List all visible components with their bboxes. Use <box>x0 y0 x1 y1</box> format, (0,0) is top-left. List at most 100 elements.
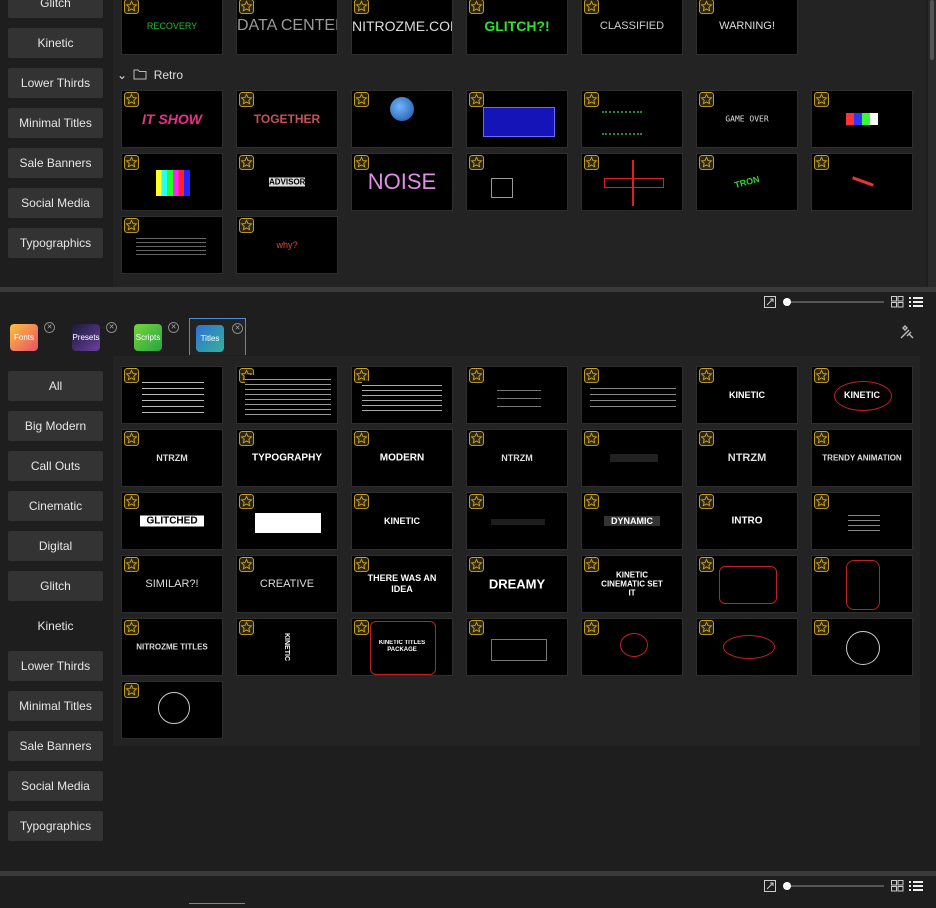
star-icon[interactable] <box>124 431 139 446</box>
thumbnail[interactable]: NITROZME.COM <box>351 0 453 55</box>
category-all[interactable]: All <box>8 371 103 401</box>
star-icon[interactable] <box>814 494 829 509</box>
star-icon[interactable] <box>239 494 254 509</box>
star-icon[interactable] <box>239 155 254 170</box>
star-icon[interactable] <box>699 557 714 572</box>
thumbnail[interactable]: NTRZM <box>121 429 223 487</box>
category-social-media[interactable]: Social Media <box>8 771 103 801</box>
tab-presets[interactable]: Presets ✕ <box>70 318 120 352</box>
category-glitch[interactable]: Glitch <box>8 571 103 601</box>
category-lower-thirds[interactable]: Lower Thirds <box>8 651 103 681</box>
thumbnail[interactable]: NTRZM <box>696 429 798 487</box>
category-lower-thirds[interactable]: Lower Thirds <box>8 68 103 98</box>
thumbnail[interactable] <box>466 618 568 676</box>
thumbnail[interactable]: WARNING! <box>696 0 798 55</box>
star-icon[interactable] <box>814 92 829 107</box>
expand-icon[interactable] <box>764 296 776 308</box>
thumbnail[interactable]: TRON <box>696 153 798 211</box>
folder-row[interactable]: ⌄ Retro <box>117 68 183 84</box>
thumbnail[interactable]: KINETIC <box>696 366 798 424</box>
star-icon[interactable] <box>584 431 599 446</box>
star-icon[interactable] <box>814 368 829 383</box>
thumbnail[interactable] <box>236 492 338 550</box>
thumbnail[interactable]: KINETIC TITLES PACKAGE <box>351 618 453 676</box>
star-icon[interactable] <box>814 620 829 635</box>
zoom-slider-handle[interactable] <box>783 882 791 890</box>
star-icon[interactable] <box>584 368 599 383</box>
category-minimal-titles[interactable]: Minimal Titles <box>8 108 103 138</box>
star-icon[interactable] <box>699 368 714 383</box>
thumbnail[interactable] <box>466 366 568 424</box>
category-kinetic[interactable]: Kinetic <box>8 28 103 58</box>
close-icon[interactable]: ✕ <box>44 322 55 333</box>
star-icon[interactable] <box>239 218 254 233</box>
star-icon[interactable] <box>469 92 484 107</box>
thumbnail[interactable] <box>581 153 683 211</box>
thumbnail[interactable]: INTRO <box>696 492 798 550</box>
category-social-media[interactable]: Social Media <box>8 188 103 218</box>
thumbnail[interactable] <box>121 216 223 274</box>
category-kinetic[interactable]: Kinetic <box>8 611 103 641</box>
thumbnail[interactable]: CREATIVE <box>236 555 338 613</box>
star-icon[interactable] <box>699 431 714 446</box>
star-icon[interactable] <box>699 620 714 635</box>
thumbnail[interactable] <box>581 618 683 676</box>
zoom-slider[interactable] <box>786 301 884 303</box>
star-icon[interactable] <box>469 368 484 383</box>
thumbnail[interactable] <box>351 90 453 148</box>
star-icon[interactable] <box>239 92 254 107</box>
thumbnail[interactable]: IT SHOW <box>121 90 223 148</box>
star-icon[interactable] <box>354 0 369 14</box>
category-sale-banners[interactable]: Sale Banners <box>8 148 103 178</box>
thumbnail[interactable] <box>811 492 913 550</box>
category-glitch[interactable]: Glitch <box>8 0 103 18</box>
expand-icon[interactable] <box>764 880 776 892</box>
thumbnail[interactable] <box>236 366 338 424</box>
star-icon[interactable] <box>124 218 139 233</box>
thumbnail[interactable] <box>466 153 568 211</box>
star-icon[interactable] <box>124 0 139 14</box>
thumbnail[interactable]: DATA CENTER <box>236 0 338 55</box>
tab-titles[interactable]: Titles ✕ <box>189 318 246 355</box>
grid-view-icon[interactable] <box>891 296 904 308</box>
thumbnail[interactable]: NOISE <box>351 153 453 211</box>
star-icon[interactable] <box>584 155 599 170</box>
star-icon[interactable] <box>124 494 139 509</box>
category-digital[interactable]: Digital <box>8 531 103 561</box>
star-icon[interactable] <box>124 368 139 383</box>
star-icon[interactable] <box>584 620 599 635</box>
star-icon[interactable] <box>699 92 714 107</box>
thumbnail[interactable]: KINETIC CINEMATIC SET IT <box>581 555 683 613</box>
thumbnail[interactable]: KINETIC <box>236 618 338 676</box>
star-icon[interactable] <box>469 0 484 14</box>
star-icon[interactable] <box>124 557 139 572</box>
star-icon[interactable] <box>239 0 254 14</box>
star-icon[interactable] <box>354 557 369 572</box>
star-icon[interactable] <box>124 620 139 635</box>
thumbnail[interactable]: TYPOGRAPHY <box>236 429 338 487</box>
star-icon[interactable] <box>239 557 254 572</box>
thumbnail[interactable]: RECOVERY <box>121 0 223 55</box>
star-icon[interactable] <box>469 557 484 572</box>
close-icon[interactable]: ✕ <box>232 323 243 334</box>
category-cinematic[interactable]: Cinematic <box>8 491 103 521</box>
thumbnail[interactable] <box>466 492 568 550</box>
thumbnail[interactable] <box>811 618 913 676</box>
star-icon[interactable] <box>469 431 484 446</box>
thumbnail[interactable] <box>811 90 913 148</box>
thumbnail[interactable]: ADVISORY <box>236 153 338 211</box>
star-icon[interactable] <box>584 494 599 509</box>
star-icon[interactable] <box>124 155 139 170</box>
thumbnail[interactable]: DYNAMIC <box>581 492 683 550</box>
star-icon[interactable] <box>814 557 829 572</box>
category-call-outs[interactable]: Call Outs <box>8 451 103 481</box>
star-icon[interactable] <box>354 620 369 635</box>
category-typographics[interactable]: Typographics <box>8 811 103 841</box>
thumbnail[interactable] <box>466 90 568 148</box>
thumbnail[interactable]: KINETIC <box>351 492 453 550</box>
thumbnail[interactable]: SIMILAR?! <box>121 555 223 613</box>
close-icon[interactable]: ✕ <box>106 322 117 333</box>
star-icon[interactable] <box>354 155 369 170</box>
thumbnail[interactable]: TRENDY ANIMATION <box>811 429 913 487</box>
thumbnail[interactable] <box>696 618 798 676</box>
